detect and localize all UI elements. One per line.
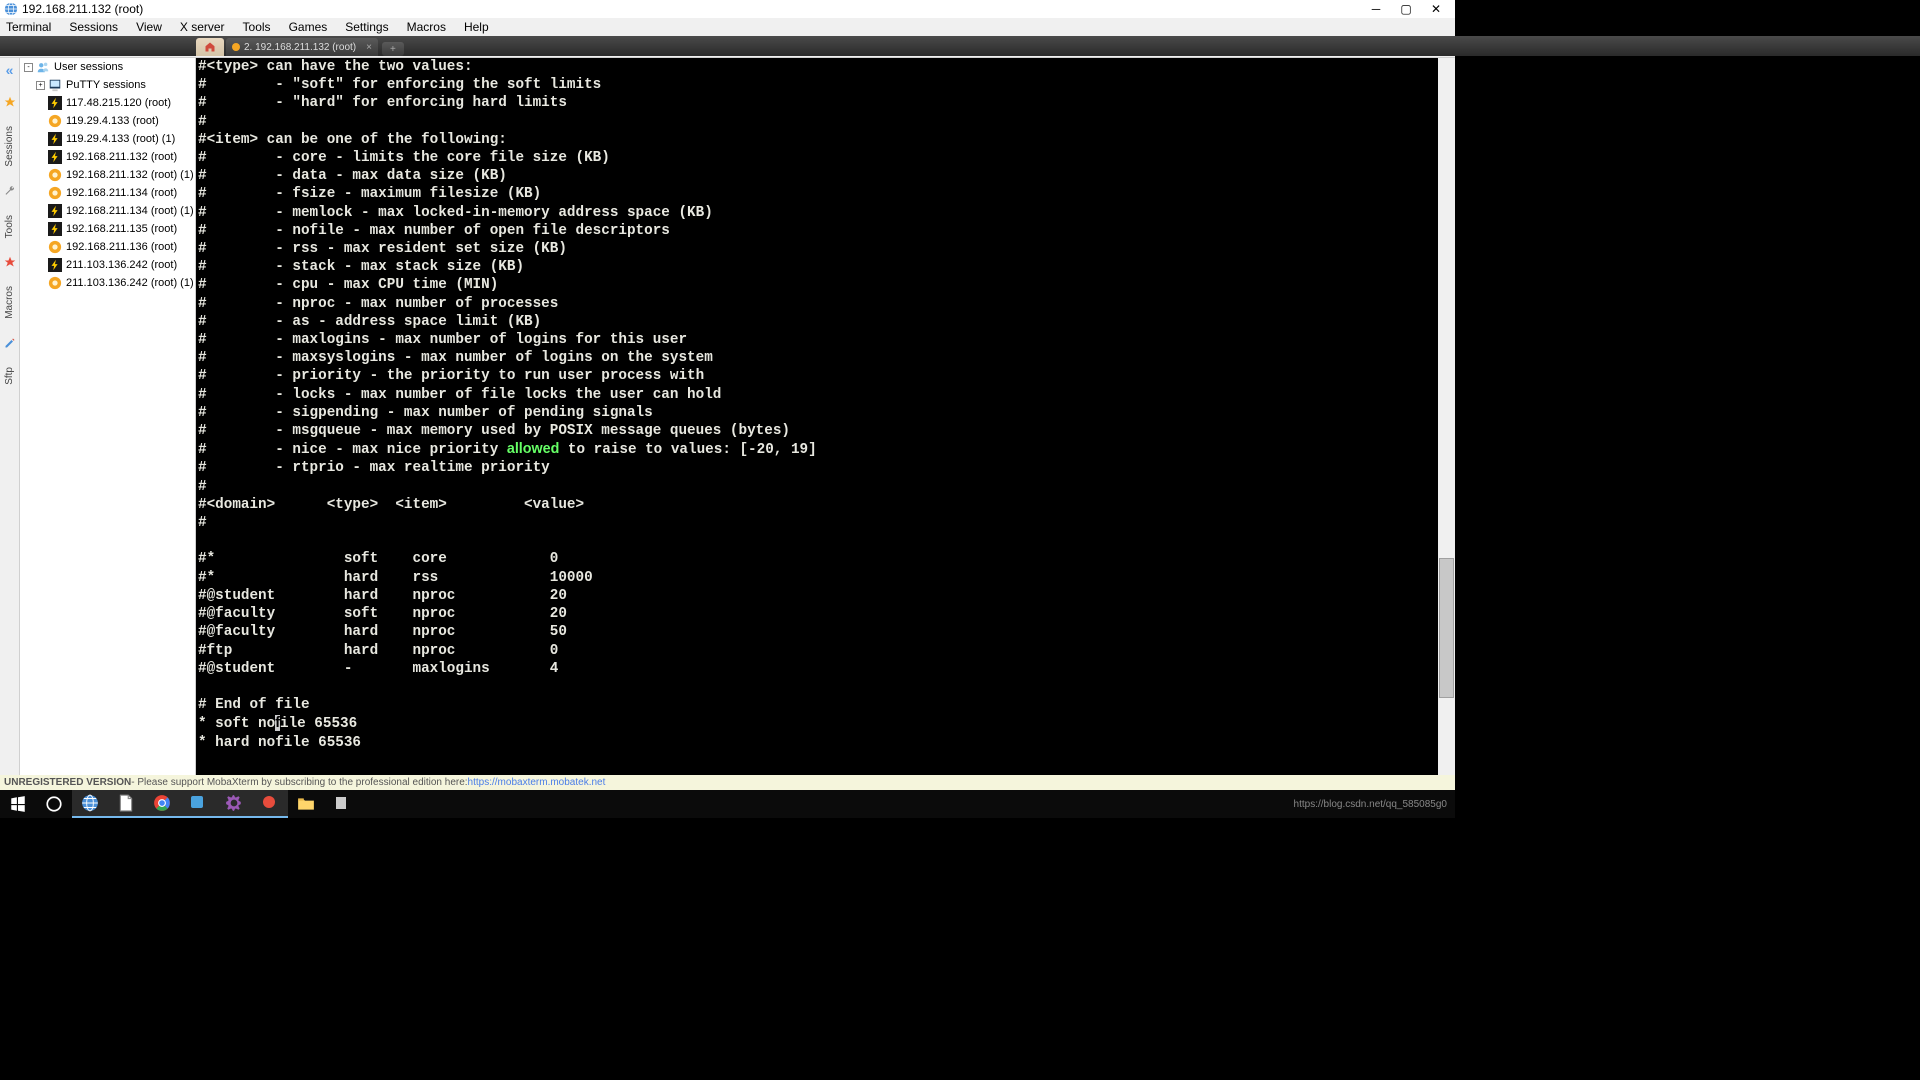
taskbar-app-5[interactable] bbox=[252, 790, 288, 818]
maximize-button[interactable]: ▢ bbox=[1391, 2, 1421, 16]
session-icon bbox=[48, 204, 62, 218]
session-item[interactable]: 192.168.211.136 (root) bbox=[20, 238, 195, 256]
tab-bar: 2. 192.168.211.132 (root) × + bbox=[0, 36, 1920, 56]
putty-icon bbox=[48, 78, 62, 92]
taskbar-app-6[interactable] bbox=[324, 790, 360, 818]
terminal-scrollbar[interactable] bbox=[1438, 58, 1455, 775]
minimize-button[interactable]: ─ bbox=[1361, 2, 1391, 16]
sidestrip-sessions[interactable]: Sessions bbox=[4, 126, 15, 167]
sessions-star-icon[interactable] bbox=[4, 96, 16, 108]
side-toolbar: « Sessions Tools Macros Sftp bbox=[0, 58, 20, 775]
menu-sessions[interactable]: Sessions bbox=[69, 20, 118, 34]
main-area: « Sessions Tools Macros Sftp - User sess… bbox=[0, 58, 1455, 775]
window-title: 192.168.211.132 (root) bbox=[22, 2, 143, 16]
tab-close-icon[interactable]: × bbox=[366, 42, 372, 53]
tree-folder-putty[interactable]: + PuTTY sessions bbox=[20, 76, 195, 94]
menu-tools[interactable]: Tools bbox=[243, 20, 271, 34]
session-item[interactable]: 117.48.215.120 (root) bbox=[20, 94, 195, 112]
cortana-button[interactable] bbox=[36, 790, 72, 818]
session-item[interactable]: 192.168.211.132 (root) (1) bbox=[20, 166, 195, 184]
windows-taskbar: https://blog.csdn.net/qq_585085g0 bbox=[0, 790, 1455, 818]
sidestrip-sftp[interactable]: Sftp bbox=[4, 367, 15, 385]
taskbar-app-3[interactable] bbox=[180, 790, 216, 818]
start-button[interactable] bbox=[0, 790, 36, 818]
collapse-sidebar-icon[interactable]: « bbox=[6, 62, 14, 78]
close-button[interactable]: ✕ bbox=[1421, 2, 1451, 16]
tab-status-icon bbox=[232, 43, 240, 51]
taskbar-explorer[interactable] bbox=[288, 790, 324, 818]
menu-settings[interactable]: Settings bbox=[345, 20, 388, 34]
watermark-text: https://blog.csdn.net/qq_585085g0 bbox=[1294, 799, 1455, 810]
window-titlebar: 192.168.211.132 (root) ─ ▢ ✕ bbox=[0, 0, 1455, 18]
session-item[interactable]: 192.168.211.135 (root) bbox=[20, 220, 195, 238]
session-item[interactable]: 211.103.136.242 (root) (1) bbox=[20, 274, 195, 292]
session-icon bbox=[48, 168, 62, 182]
sidestrip-tools[interactable]: Tools bbox=[4, 215, 15, 238]
menu-view[interactable]: View bbox=[136, 20, 162, 34]
menu-games[interactable]: Games bbox=[289, 20, 328, 34]
session-icon bbox=[48, 132, 62, 146]
taskbar-chrome[interactable] bbox=[144, 790, 180, 818]
session-icon bbox=[48, 186, 62, 200]
sessions-sidebar: - User sessions + PuTTY sessions 117.48.… bbox=[20, 58, 196, 775]
users-icon bbox=[36, 60, 50, 74]
session-item[interactable]: 119.29.4.133 (root) bbox=[20, 112, 195, 130]
sidestrip-macros[interactable]: Macros bbox=[4, 286, 15, 319]
session-item[interactable]: 192.168.211.134 (root) (1) bbox=[20, 202, 195, 220]
app-icon bbox=[4, 2, 18, 16]
session-icon bbox=[48, 150, 62, 164]
sftp-pen-icon[interactable] bbox=[4, 337, 16, 349]
taskbar-app-4[interactable] bbox=[216, 790, 252, 818]
menu-xserver[interactable]: X server bbox=[180, 20, 225, 34]
status-bar: UNREGISTERED VERSION - Please support Mo… bbox=[0, 775, 1455, 790]
status-link[interactable]: https://mobaxterm.mobatek.net bbox=[468, 777, 606, 788]
expand-icon[interactable]: + bbox=[36, 81, 45, 90]
menu-terminal[interactable]: Terminal bbox=[6, 20, 51, 34]
session-item[interactable]: 119.29.4.133 (root) (1) bbox=[20, 130, 195, 148]
session-item[interactable]: 211.103.136.242 (root) bbox=[20, 256, 195, 274]
menu-macros[interactable]: Macros bbox=[407, 20, 446, 34]
session-tab[interactable]: 2. 192.168.211.132 (root) × bbox=[226, 38, 378, 56]
session-icon bbox=[48, 240, 62, 254]
session-icon bbox=[48, 222, 62, 236]
new-tab-button[interactable]: + bbox=[382, 42, 404, 56]
tab-label: 2. 192.168.211.132 (root) bbox=[244, 42, 356, 53]
session-item[interactable]: 192.168.211.132 (root) bbox=[20, 148, 195, 166]
status-prefix: UNREGISTERED VERSION bbox=[4, 777, 131, 788]
session-item[interactable]: 192.168.211.134 (root) bbox=[20, 184, 195, 202]
scrollbar-thumb[interactable] bbox=[1439, 558, 1454, 698]
session-icon bbox=[48, 114, 62, 128]
terminal[interactable]: #<type> can have the two values: # - "so… bbox=[196, 58, 1455, 775]
status-text: - Please support MobaXterm by subscribin… bbox=[131, 777, 467, 788]
terminal-content[interactable]: #<type> can have the two values: # - "so… bbox=[196, 58, 1455, 752]
home-tab[interactable] bbox=[196, 38, 224, 56]
tools-wrench-icon[interactable] bbox=[4, 185, 16, 197]
menu-bar: Terminal Sessions View X server Tools Ga… bbox=[0, 18, 1455, 36]
session-icon bbox=[48, 276, 62, 290]
session-icon bbox=[48, 258, 62, 272]
tree-root[interactable]: - User sessions bbox=[20, 58, 195, 76]
session-icon bbox=[48, 96, 62, 110]
macros-star-icon[interactable] bbox=[4, 256, 16, 268]
expand-icon[interactable]: - bbox=[24, 63, 33, 72]
taskbar-app-2[interactable] bbox=[108, 790, 144, 818]
taskbar-app-1[interactable] bbox=[72, 790, 108, 818]
menu-help[interactable]: Help bbox=[464, 20, 489, 34]
